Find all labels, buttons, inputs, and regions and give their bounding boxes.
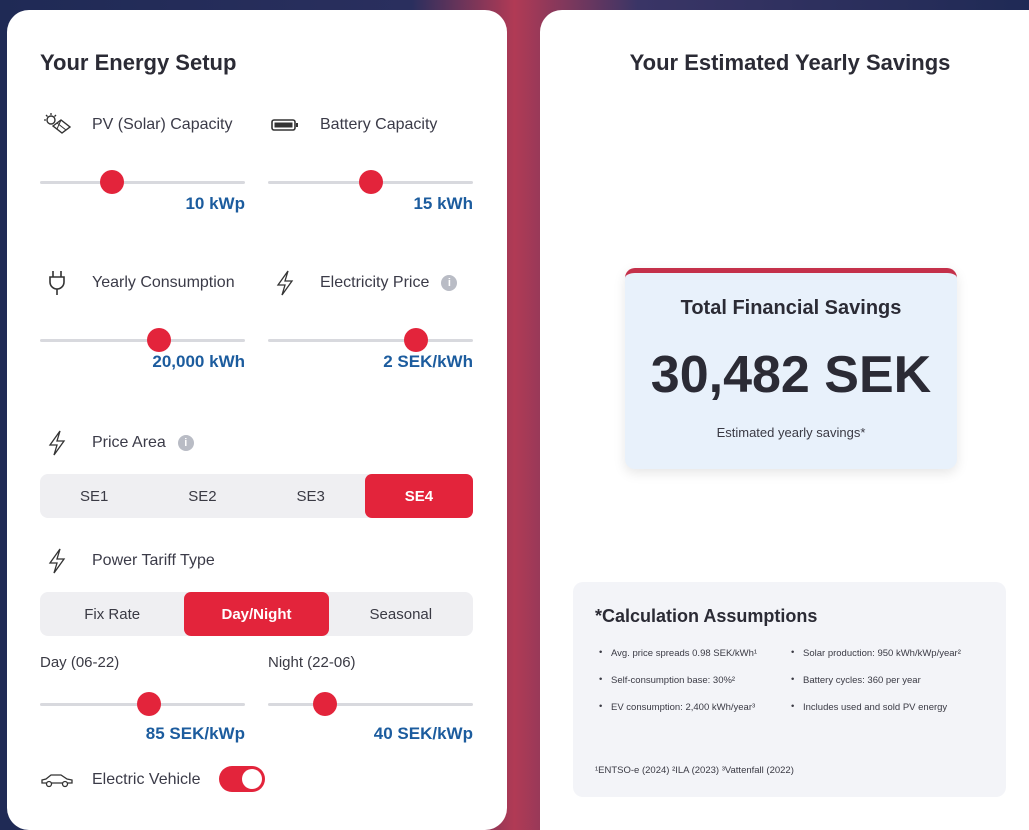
card-heading: Total Financial Savings [680,297,902,319]
consumption-value: 20,000 kWh [152,352,245,371]
savings-title: Your Estimated Yearly Savings [629,50,951,75]
lightning-icon [268,268,302,298]
night-value: 40 SEK/kWp [373,724,473,743]
battery-value: 15 kWh [413,194,473,213]
tariff-day-night[interactable]: Day/Night [184,592,329,636]
day-slider-thumb[interactable] [136,692,161,716]
total-savings-card: Total Financial Savings 30,482 SEK Estim… [625,268,957,469]
tariff-seasonal[interactable]: Seasonal [329,592,473,636]
price-area-se3[interactable]: SE3 [257,474,365,518]
price-area-selector: SE1 SE2 SE3 SE4 [40,474,473,518]
list-item: Avg. price spreads 0.98 SEK/kWh¹ [599,647,789,675]
battery-slider[interactable] [268,170,473,194]
price-area-se1[interactable]: SE1 [40,474,148,518]
savings-amount: 30,482 SEK [650,346,932,404]
night-slider-thumb[interactable] [313,692,338,716]
info-icon[interactable]: i [441,275,458,291]
references: ¹ENTSO-e (2024) ²ILA (2023) ³Vattenfall … [595,765,794,776]
tariff-control: Power Tariff Type [40,546,340,576]
electricity-price-control: Electricity Price i [268,268,478,298]
list-item: EV consumption: 2,400 kWh/year³ [599,701,789,729]
assumptions-box: *Calculation Assumptions Avg. price spre… [573,582,1006,797]
solar-panel-icon [40,110,74,140]
battery-icon [268,110,302,140]
day-value: 85 SEK/kWp [145,724,245,743]
tariff-label: Power Tariff Type [92,552,215,569]
consumption-control: Yearly Consumption [40,268,250,298]
pv-label: PV (Solar) Capacity [92,116,233,133]
day-slider[interactable] [40,692,245,716]
list-item: Self-consumption base: 30%² [599,674,789,702]
price-slider-thumb[interactable] [403,328,428,352]
price-label: Electricity Price [320,274,430,291]
ev-toggle-knob [242,769,262,789]
list-item: Solar production: 950 kWh/kWp/year² [791,647,1001,675]
battery-capacity-control: Battery Capacity [268,110,478,140]
car-icon [40,765,74,795]
pv-value: 10 kWp [185,194,245,213]
battery-slider-thumb[interactable] [358,170,383,194]
price-area-se4[interactable]: SE4 [364,474,473,518]
card-subtext: Estimated yearly savings* [716,425,866,440]
assumptions-list-left: Avg. price spreads 0.98 SEK/kWh¹ Self-co… [599,647,789,729]
battery-label: Battery Capacity [320,116,438,133]
energy-setup-panel: Your Energy Setup PV (Solar) Capacity 10… [7,10,507,830]
lightning-icon [40,546,74,576]
tariff-fix-rate[interactable]: Fix Rate [40,592,184,636]
consumption-label: Yearly Consumption [92,274,235,291]
price-area-se2[interactable]: SE2 [148,474,256,518]
list-item: Includes used and sold PV energy [791,701,1001,729]
night-label: Night (22-06) [268,654,356,671]
ev-toggle[interactable] [219,766,265,792]
pv-slider[interactable] [40,170,245,194]
info-icon[interactable]: i [177,435,194,451]
price-area-control: Price Area i [40,428,340,458]
plug-icon [40,268,74,298]
night-slider[interactable] [268,692,473,716]
consumption-slider-thumb[interactable] [146,328,171,352]
assumptions-title: *Calculation Assumptions [595,606,818,626]
list-item: Battery cycles: 360 per year [791,674,1001,702]
setup-title: Your Energy Setup [40,50,237,75]
price-area-label: Price Area [92,434,166,451]
lightning-icon [40,428,74,458]
ev-label: Electric Vehicle [92,771,201,788]
price-slider[interactable] [268,328,473,352]
tariff-selector: Fix Rate Day/Night Seasonal [40,592,473,636]
pv-slider-thumb[interactable] [99,170,124,194]
consumption-slider[interactable] [40,328,245,352]
price-value: 2 SEK/kWh [383,352,473,371]
assumptions-list-right: Solar production: 950 kWh/kWp/year² Batt… [791,647,1001,729]
savings-panel: Your Estimated Yearly Savings Total Fina… [540,10,1029,830]
day-label: Day (06-22) [40,654,120,671]
